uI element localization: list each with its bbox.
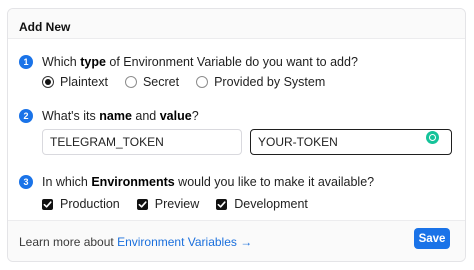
environments-checkbox-group: Production Preview Development <box>42 197 325 211</box>
step-2-badge: 2 <box>19 109 33 123</box>
step-1-question: Which type of Environment Variable do yo… <box>42 55 358 69</box>
radio-circle[interactable] <box>42 76 54 88</box>
checkmark-icon[interactable] <box>216 198 228 210</box>
card-footer: Learn more about Environment Variables →… <box>8 220 465 261</box>
card-title: Add New <box>8 9 465 39</box>
add-env-var-card: Add New 1 Which type of Environment Vari… <box>7 8 466 262</box>
radio-circle[interactable] <box>124 76 137 88</box>
step-2-question: What's its name and value? <box>42 109 199 123</box>
type-radio-group: Plaintext Secret Provided by System <box>42 75 342 89</box>
grammarly-icon[interactable] <box>426 131 439 144</box>
checkbox-preview[interactable]: Preview <box>136 197 199 211</box>
radio-provided-by-system[interactable]: Provided by System <box>196 75 325 89</box>
save-button[interactable]: Save <box>414 228 450 249</box>
step-1-badge: 1 <box>19 55 33 69</box>
learn-more-text: Learn more about Environment Variables → <box>19 235 253 249</box>
checkmark-icon[interactable] <box>136 198 148 210</box>
value-input[interactable] <box>250 129 452 155</box>
radio-circle[interactable] <box>196 76 209 88</box>
checkmark-icon[interactable] <box>42 198 53 210</box>
name-input[interactable] <box>42 129 242 155</box>
checkbox-production[interactable]: Production <box>42 197 120 211</box>
checkbox-development[interactable]: Development <box>216 197 308 211</box>
step-3-badge: 3 <box>19 175 33 189</box>
env-vars-docs-link[interactable]: Environment Variables → <box>117 235 252 249</box>
radio-secret[interactable]: Secret <box>124 75 179 89</box>
step-3-question: In which Environments would you like to … <box>42 175 375 189</box>
radio-plaintext[interactable]: Plaintext <box>42 75 108 89</box>
